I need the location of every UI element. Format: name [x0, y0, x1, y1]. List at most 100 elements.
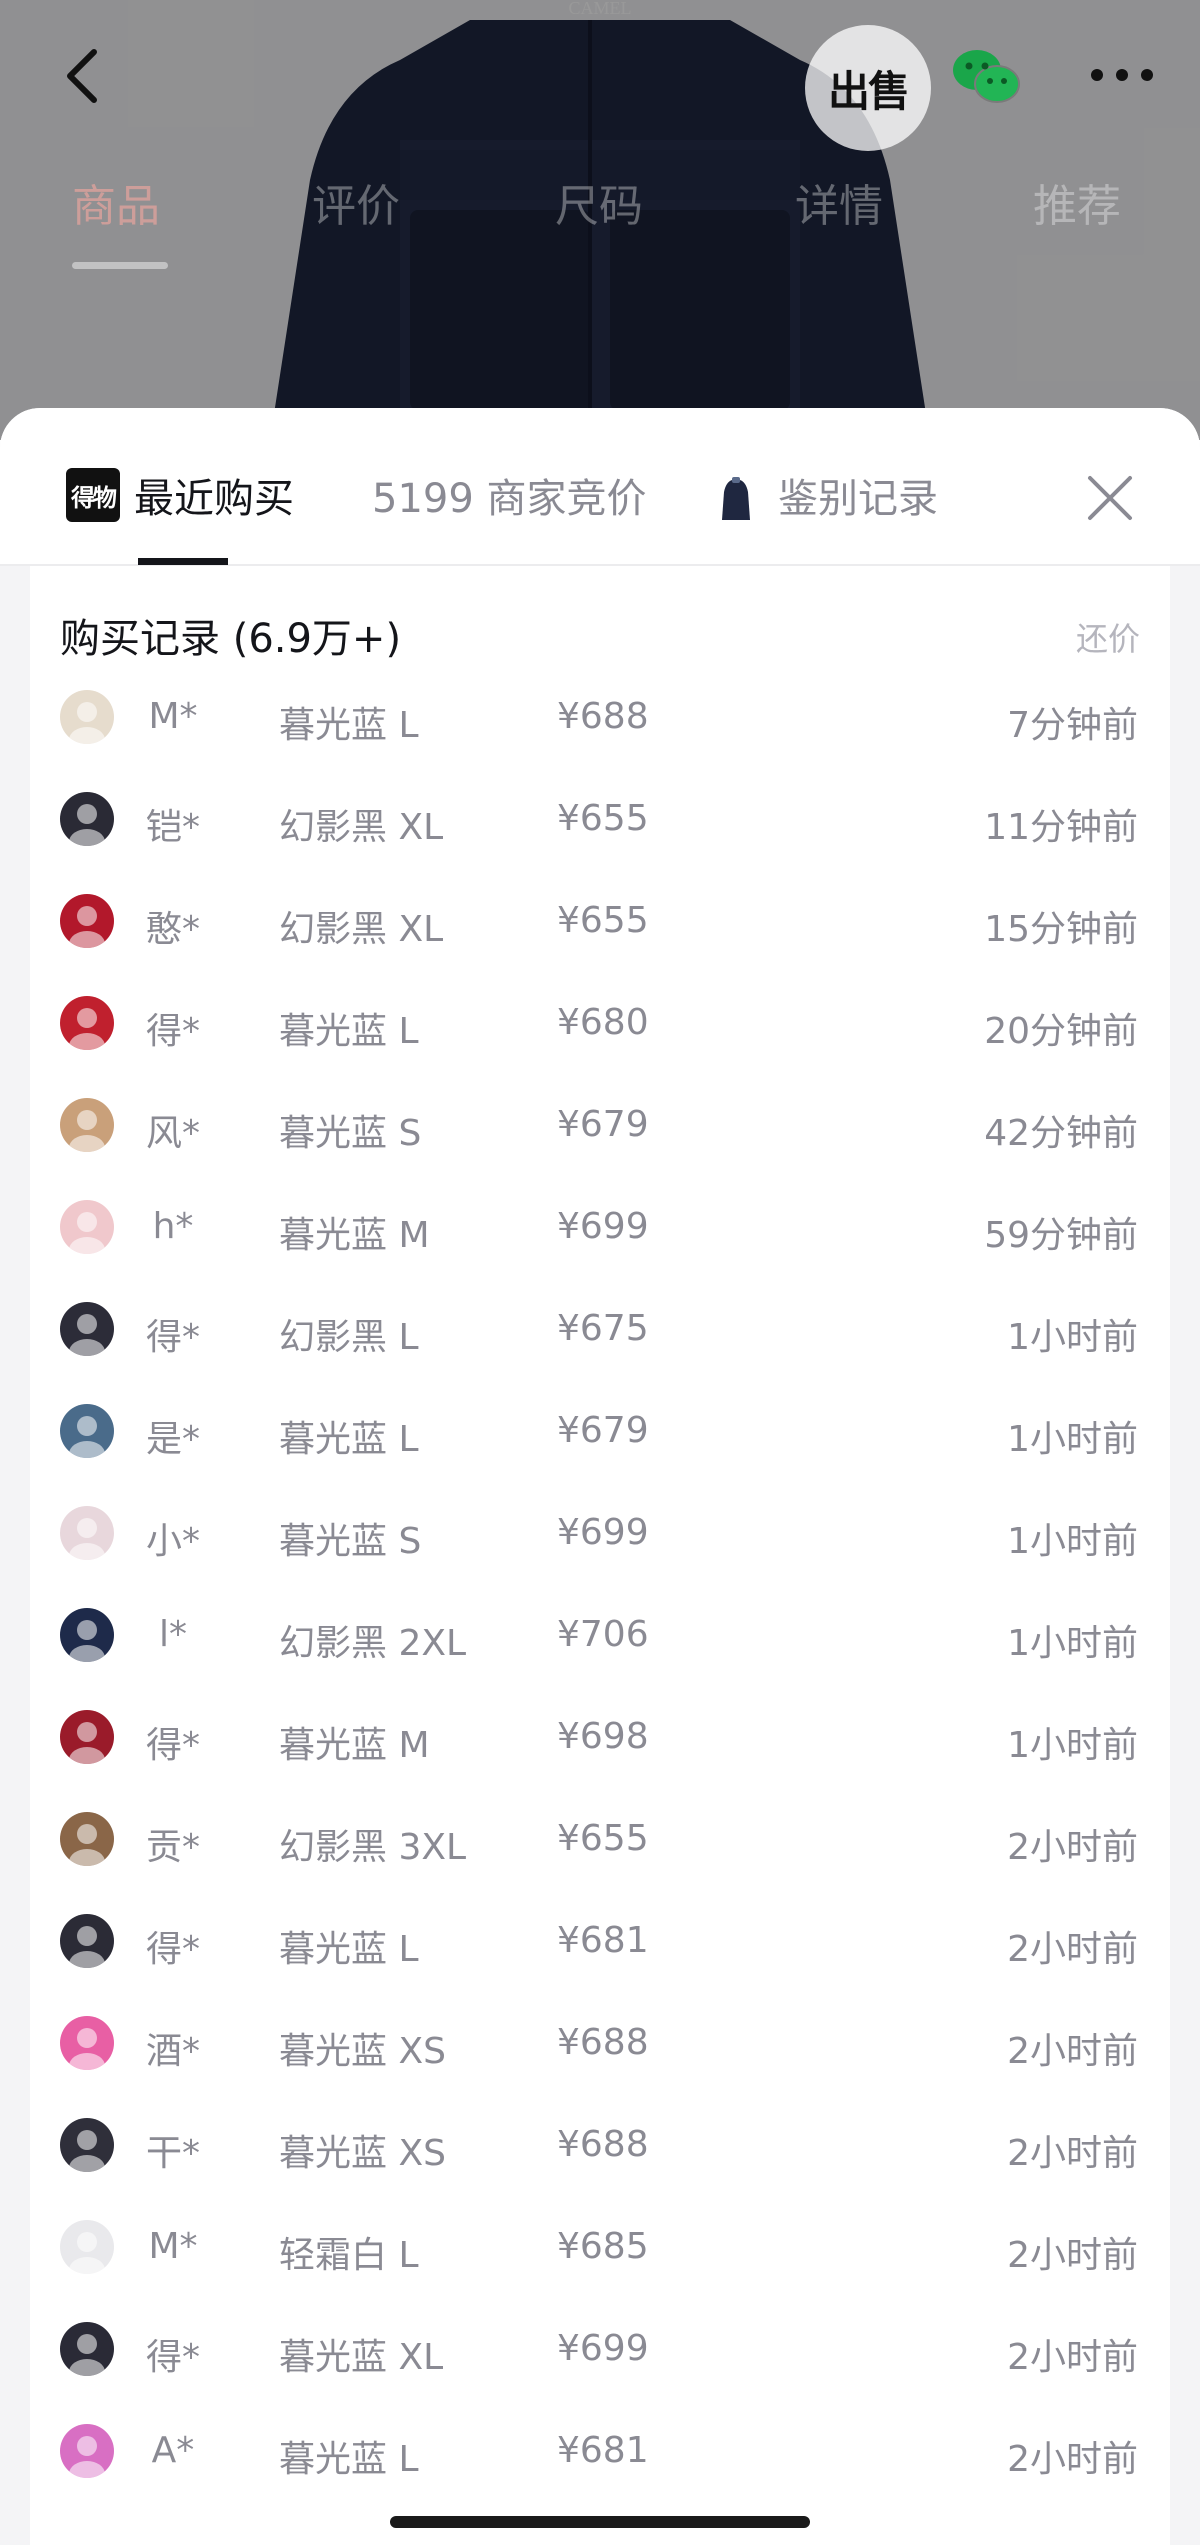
back-arrow-icon — [67, 49, 97, 103]
purchase-time: 2小时前 — [1007, 2235, 1138, 2276]
table-row: 得* 暮光蓝 XL ¥699 2小时前 — [30, 2298, 1170, 2400]
avatar — [60, 2220, 114, 2274]
buyer-name: 风* — [145, 1113, 200, 1154]
avatar — [60, 2424, 114, 2478]
avatar — [60, 1098, 114, 1152]
avatar — [60, 894, 114, 948]
tab-authentication-records[interactable]: 鉴别记录 — [778, 466, 938, 524]
purchase-records-card: 购买记录 (6.9万+) 还价 M* 暮光蓝 L ¥688 7分钟前 铠* 幻影黑 XL ¥… — [30, 566, 1170, 2545]
close-icon — [1088, 476, 1132, 520]
avatar — [60, 1608, 114, 1662]
back-button[interactable] — [52, 36, 112, 116]
sale-price: ¥688 — [557, 2022, 649, 2063]
purchase-time: 1小时前 — [1007, 1419, 1138, 1460]
sale-price: ¥699 — [557, 1512, 649, 1553]
product-spec: 暮光蓝 L — [279, 1011, 419, 1052]
purchase-time: 15分钟前 — [984, 909, 1138, 950]
purchase-time: 2小时前 — [1007, 2337, 1138, 2378]
sale-price: ¥688 — [557, 2124, 649, 2165]
sheet-tab-indicator — [138, 558, 228, 565]
avatar — [60, 1404, 114, 1458]
avatar — [60, 1914, 114, 1968]
table-row: 酒* 暮光蓝 XS ¥688 2小时前 — [30, 1992, 1170, 2094]
buyer-name: 是* — [145, 1419, 200, 1460]
avatar — [60, 1302, 114, 1356]
product-tab[interactable]: 推荐 — [1033, 170, 1121, 234]
home-indicator[interactable] — [390, 2516, 810, 2528]
product-spec: 暮光蓝 L — [279, 1929, 419, 1970]
purchase-time: 2小时前 — [1007, 2439, 1138, 2480]
product-spec: 暮光蓝 XS — [279, 2133, 446, 2174]
purchase-time: 11分钟前 — [984, 807, 1138, 848]
avatar — [60, 1710, 114, 1764]
more-button[interactable] — [1082, 50, 1162, 100]
avatar — [60, 2322, 114, 2376]
sale-price: ¥698 — [557, 1716, 649, 1757]
product-spec: 幻影黑 3XL — [279, 1827, 467, 1868]
sale-price: ¥681 — [557, 2430, 649, 2471]
product-tab[interactable]: 尺码 — [555, 170, 643, 234]
buyer-name: 铠* — [145, 807, 200, 848]
purchase-time: 42分钟前 — [984, 1113, 1138, 1154]
sell-button[interactable]: 出售 — [805, 25, 931, 151]
wechat-share-button[interactable] — [946, 36, 1026, 116]
buyer-name: 得* — [145, 2337, 200, 2378]
table-row: 贡* 幻影黑 3XL ¥655 2小时前 — [30, 1788, 1170, 1890]
product-spec: 暮光蓝 L — [279, 1419, 419, 1460]
product-tab[interactable]: 详情 — [795, 170, 883, 234]
sale-price: ¥699 — [557, 1206, 649, 1247]
buyer-name: 得* — [145, 1725, 200, 1766]
product-tab[interactable]: 商品 — [72, 170, 160, 234]
sale-price: ¥655 — [557, 798, 649, 839]
table-row: 铠* 幻影黑 XL ¥655 11分钟前 — [30, 768, 1170, 870]
purchase-time: 7分钟前 — [1007, 705, 1138, 746]
product-spec: 幻影黑 XL — [279, 807, 444, 848]
purchase-time: 59分钟前 — [984, 1215, 1138, 1256]
dewu-logo-icon: 得物 — [66, 468, 120, 522]
buyer-name: 得* — [145, 1929, 200, 1970]
table-row: 小* 暮光蓝 S ¥699 1小时前 — [30, 1482, 1170, 1584]
buyer-name: M* — [148, 2226, 198, 2267]
avatar — [60, 792, 114, 846]
purchase-sheet: 得物 最近购买 5199 商家竞价 鉴别记录 购买记录 (6.9万+) 还价 M… — [0, 408, 1200, 2545]
purchase-time: 2小时前 — [1007, 1929, 1138, 1970]
product-tab[interactable]: 评价 — [312, 170, 400, 234]
table-row: 得* 暮光蓝 M ¥698 1小时前 — [30, 1686, 1170, 1788]
table-row: 得* 暮光蓝 L ¥681 2小时前 — [30, 1890, 1170, 1992]
counter-offer-button[interactable]: 还价 — [1076, 614, 1140, 660]
more-icon — [1091, 69, 1153, 81]
purchase-time: 1小时前 — [1007, 1623, 1138, 1664]
close-button[interactable] — [1082, 470, 1138, 526]
sale-price: ¥675 — [557, 1308, 649, 1349]
avatar — [60, 1200, 114, 1254]
buyer-name: M* — [148, 696, 198, 737]
sheet-tab-bar: 得物 最近购买 5199 商家竞价 鉴别记录 — [0, 408, 1200, 566]
table-row: 得* 暮光蓝 L ¥680 20分钟前 — [30, 972, 1170, 1074]
product-tab-indicator — [72, 262, 168, 269]
tab-recent-purchases[interactable]: 最近购买 — [134, 466, 294, 524]
sale-price: ¥680 — [557, 1002, 649, 1043]
table-row: M* 轻霜白 L ¥685 2小时前 — [30, 2196, 1170, 2298]
table-row: A* 暮光蓝 L ¥681 2小时前 — [30, 2400, 1170, 2502]
buyer-name: 得* — [145, 1011, 200, 1052]
buyer-name: 憨* — [145, 909, 200, 950]
product-spec: 暮光蓝 XS — [279, 2031, 446, 2072]
sale-price: ¥655 — [557, 1818, 649, 1859]
buyer-name: h* — [152, 1206, 194, 1247]
sale-price: ¥706 — [557, 1614, 649, 1655]
avatar — [60, 996, 114, 1050]
page: CAMEL 出售 商品 评价 尺码 详情 推荐 得物 最近购买 5199 商家竞… — [0, 0, 1200, 2545]
purchase-time: 1小时前 — [1007, 1317, 1138, 1358]
tab-merchant-bids[interactable]: 5199 商家竞价 — [372, 466, 647, 524]
product-spec: 暮光蓝 XL — [279, 2337, 444, 2378]
buyer-name: l* — [158, 1614, 187, 1655]
avatar — [60, 2016, 114, 2070]
avatar — [60, 690, 114, 744]
purchase-time: 1小时前 — [1007, 1725, 1138, 1766]
product-tab-bar: 商品 评价 尺码 详情 推荐 — [0, 170, 1200, 240]
purchase-time: 20分钟前 — [984, 1011, 1138, 1052]
table-row: 得* 幻影黑 L ¥675 1小时前 — [30, 1278, 1170, 1380]
sell-label: 出售 — [827, 66, 910, 116]
product-spec: 幻影黑 L — [279, 1317, 419, 1358]
product-spec: 轻霜白 L — [279, 2235, 419, 2276]
